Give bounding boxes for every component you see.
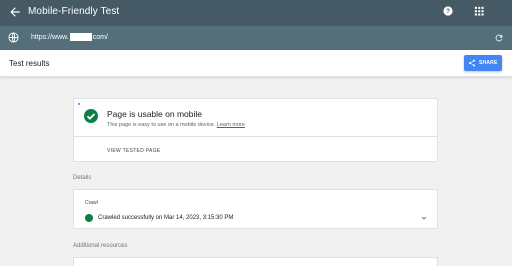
url-input[interactable]: https://www. com/ bbox=[31, 33, 108, 41]
crawl-card[interactable]: Crawl Crawled successfully on Mar 14, 20… bbox=[73, 189, 438, 229]
share-label: SHARE bbox=[479, 60, 498, 66]
additional-resources-label: Additional resources bbox=[73, 243, 128, 249]
additional-resources-card bbox=[73, 257, 438, 266]
url-prefix: https://www. bbox=[31, 33, 69, 41]
result-description: This page is easy to use on a mobile dev… bbox=[107, 122, 245, 128]
url-bar: https://www. com/ bbox=[0, 26, 512, 50]
divider bbox=[74, 136, 437, 137]
results-header: Test results bbox=[0, 50, 512, 77]
redacted-domain bbox=[69, 33, 92, 41]
details-label: Details bbox=[73, 175, 92, 181]
check-circle-icon bbox=[84, 109, 98, 123]
chevron-down-icon[interactable] bbox=[420, 214, 428, 222]
app-bar: Mobile-Friendly Test ? bbox=[0, 0, 512, 26]
view-tested-page-button[interactable]: VIEW TESTED PAGE bbox=[107, 148, 161, 154]
learn-more-link[interactable]: Learn more bbox=[217, 122, 245, 128]
crawl-status: Crawled successfully on Mar 14, 2023, 3:… bbox=[98, 215, 234, 221]
results-title: Test results bbox=[9, 59, 50, 68]
back-arrow-icon[interactable] bbox=[8, 5, 22, 19]
help-icon[interactable]: ? bbox=[443, 6, 453, 16]
app-title: Mobile-Friendly Test bbox=[28, 6, 120, 17]
share-icon bbox=[469, 59, 475, 67]
result-summary-card: Page is usable on mobile This page is ea… bbox=[73, 98, 438, 162]
description-text: This page is easy to use on a mobile dev… bbox=[107, 122, 216, 128]
refresh-icon[interactable] bbox=[494, 33, 504, 43]
check-circle-icon bbox=[85, 214, 93, 226]
url-suffix: com/ bbox=[92, 33, 108, 41]
share-button[interactable]: SHARE bbox=[464, 55, 502, 71]
crawl-label: Crawl bbox=[85, 200, 98, 206]
result-headline: Page is usable on mobile bbox=[107, 109, 202, 119]
svg-text:?: ? bbox=[446, 8, 450, 15]
indicator-dot bbox=[78, 103, 80, 105]
apps-grid-icon[interactable] bbox=[474, 6, 484, 16]
globe-icon bbox=[8, 32, 19, 43]
